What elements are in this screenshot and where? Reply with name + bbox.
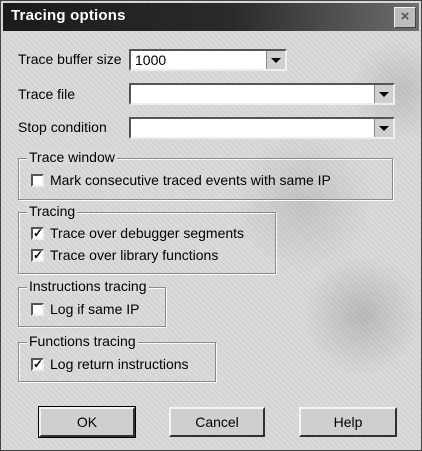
- trace-over-debugger-row[interactable]: ✓ Trace over debugger segments: [31, 225, 244, 241]
- log-return-instructions-label: Log return instructions: [50, 356, 189, 372]
- functions-tracing-group: Functions tracing ✓ Log return instructi…: [18, 333, 216, 382]
- mark-consecutive-checkbox-row[interactable]: Mark consecutive traced events with same…: [31, 172, 331, 188]
- tracing-group-title: Tracing: [27, 203, 78, 219]
- trace-over-library-label: Trace over library functions: [50, 247, 219, 263]
- functions-tracing-group-title: Functions tracing: [27, 333, 138, 349]
- cancel-button[interactable]: Cancel: [169, 407, 265, 437]
- trace-over-library-checkbox[interactable]: ✓: [31, 248, 44, 262]
- trace-file-combo[interactable]: [129, 83, 395, 105]
- log-if-same-ip-label: Log if same IP: [50, 301, 140, 317]
- instructions-tracing-group: Instructions tracing Log if same IP: [18, 278, 166, 327]
- chevron-down-icon[interactable]: [266, 51, 285, 69]
- trace-buffer-size-value: 1000: [135, 52, 167, 68]
- trace-over-debugger-label: Trace over debugger segments: [50, 225, 245, 241]
- window-title: Tracing options: [11, 7, 126, 24]
- stop-condition-label: Stop condition: [18, 119, 107, 135]
- trace-over-library-row[interactable]: ✓ Trace over library functions: [31, 247, 218, 263]
- trace-buffer-size-label: Trace buffer size: [18, 51, 122, 67]
- close-icon[interactable]: ×: [394, 7, 416, 28]
- trace-window-group-title: Trace window: [27, 149, 117, 165]
- instructions-tracing-group-title: Instructions tracing: [27, 278, 149, 294]
- tracing-group: Tracing ✓ Trace over debugger segments ✓…: [18, 203, 276, 274]
- chevron-down-icon[interactable]: [374, 119, 393, 137]
- mark-consecutive-label: Mark consecutive traced events with same…: [50, 172, 331, 188]
- chevron-down-icon[interactable]: [374, 85, 393, 103]
- trace-over-debugger-checkbox[interactable]: ✓: [31, 226, 44, 240]
- trace-file-label: Trace file: [18, 86, 76, 102]
- help-button[interactable]: Help: [299, 407, 397, 437]
- log-return-instructions-row[interactable]: ✓ Log return instructions: [31, 356, 189, 372]
- stop-condition-combo[interactable]: [129, 117, 395, 139]
- mark-consecutive-checkbox[interactable]: [31, 173, 44, 187]
- log-if-same-ip-row[interactable]: Log if same IP: [31, 301, 140, 317]
- log-if-same-ip-checkbox[interactable]: [31, 302, 44, 316]
- log-return-instructions-checkbox[interactable]: ✓: [31, 357, 44, 371]
- trace-buffer-size-combo[interactable]: 1000: [129, 49, 287, 71]
- trace-window-group: Trace window Mark consecutive traced eve…: [18, 149, 393, 200]
- tracing-options-dialog: Tracing options × Trace buffer size 1000…: [0, 0, 422, 451]
- ok-button[interactable]: OK: [38, 406, 136, 438]
- title-bar[interactable]: Tracing options ×: [3, 3, 419, 31]
